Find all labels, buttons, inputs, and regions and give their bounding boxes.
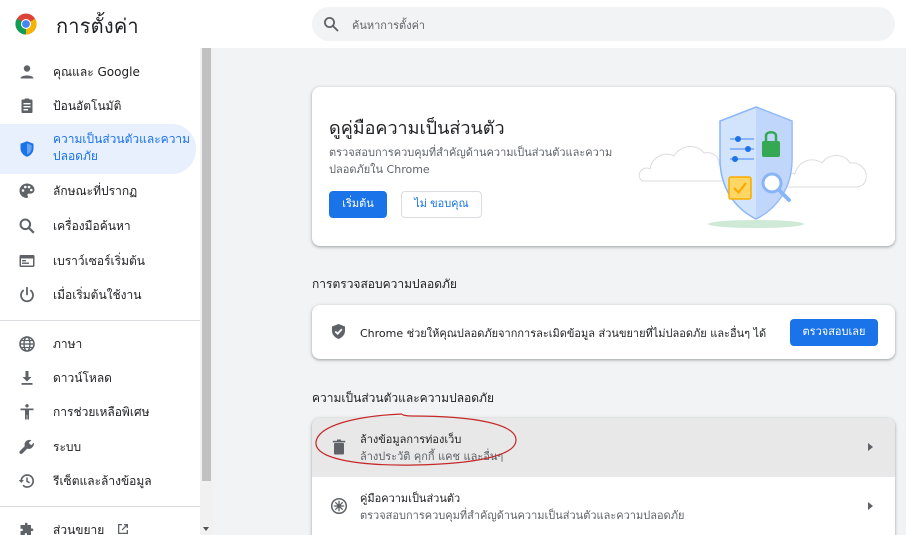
privacy-guide-promo-card: ดูคู่มือความเป็นส่วนตัว ตรวจสอบการควบคุม…: [312, 87, 895, 246]
sidebar-item-label: คุณและ Google: [53, 65, 140, 79]
sidebar-item-label: ป้อนอัตโนมัติ: [53, 99, 122, 113]
puzzle-icon: [20, 522, 34, 535]
settings-search-box[interactable]: ค้นหาการตั้งค่า: [312, 7, 895, 41]
safety-check-section-title: การตรวจสอบความปลอดภัย: [312, 277, 457, 291]
search-icon: [324, 17, 339, 32]
sidebar-item-label: ดาวน์โหลด: [53, 371, 112, 385]
sidebar-item-you-and-google[interactable]: คุณและ Google: [0, 60, 196, 84]
privacy-guide-row-subtitle: ตรวจสอบการควบคุมที่สำคัญด้านความเป็นส่วน…: [360, 509, 685, 522]
sidebar-item-system[interactable]: ระบบ: [0, 435, 196, 459]
shield-check-icon: [332, 324, 345, 339]
privacy-guide-row[interactable]: คู่มือความเป็นส่วนตัว ตรวจสอบการควบคุมที…: [312, 477, 895, 535]
sidebar-item-label: เบราว์เซอร์เริ่มต้น: [53, 254, 145, 268]
sidebar-item-accessibility[interactable]: การช่วยเหลือพิเศษ: [0, 400, 196, 424]
sidebar-item-label: เครื่องมือค้นหา: [53, 219, 131, 233]
globe-icon: [19, 336, 35, 352]
chrome-logo-icon: [15, 13, 37, 35]
privacy-security-section-title: ความเป็นส่วนตัวและความปลอดภัย: [312, 391, 494, 405]
download-icon: [21, 371, 33, 385]
person-icon: [20, 65, 34, 79]
sidebar-divider: [0, 320, 200, 321]
browser-icon: [19, 255, 35, 267]
clipboard-icon: [21, 98, 33, 113]
privacy-guide-illustration: [638, 106, 867, 228]
page-title: การตั้งค่า: [56, 14, 139, 38]
sidebar-item-reset[interactable]: รีเซ็ตและล้างข้อมูล: [0, 469, 196, 493]
sidebar-item-label: รีเซ็ตและล้างข้อมูล: [53, 474, 152, 488]
no-thanks-button[interactable]: ไม่ ขอบคุณ: [401, 191, 482, 218]
sidebar-item-label: ลักษณะที่ปรากฏ: [53, 184, 138, 198]
sidebar-item-appearance[interactable]: ลักษณะที่ปรากฏ: [0, 179, 196, 203]
privacy-guide-row-title: คู่มือความเป็นส่วนตัว: [360, 492, 461, 505]
sidebar-item-languages[interactable]: ภาษา: [0, 332, 196, 356]
sidebar-item-default-browser[interactable]: เบราว์เซอร์เริ่มต้น: [0, 249, 196, 273]
power-icon: [20, 286, 34, 303]
accessibility-icon: [20, 404, 34, 420]
safety-check-card: Chrome ช่วยให้คุณปลอดภัยจากการละเมิดข้อม…: [312, 305, 895, 359]
chevron-right-icon: [868, 502, 873, 510]
sidebar-item-search-engine[interactable]: เครื่องมือค้นหา: [0, 214, 196, 238]
scrollbar-thumb[interactable]: [202, 48, 211, 481]
privacy-security-card: ล้างข้อมูลการท่องเว็บ ล้างประวัติ คุกกี้…: [312, 418, 895, 535]
safety-check-description: Chrome ช่วยให้คุณปลอดภัยจากการละเมิดข้อม…: [360, 327, 767, 340]
sidebar: คุณและ Google ป้อนอัตโนมัติ ความเป็นส่วน…: [0, 48, 200, 535]
privacy-guide-description: ตรวจสอบการควบคุมที่สำคัญด้านความเป็นส่วน…: [329, 146, 613, 176]
sidebar-item-label: ส่วนขยาย: [53, 523, 105, 535]
privacy-guide-title: ดูคู่มือความเป็นส่วนตัว: [329, 118, 505, 139]
sidebar-item-privacy-security[interactable]: ความเป็นส่วนตัวและความ ปลอดภัย: [0, 124, 196, 174]
open-in-new-icon: [118, 524, 128, 534]
check-now-button[interactable]: ตรวจสอบเลย: [790, 319, 878, 346]
trash-icon: [332, 439, 346, 455]
sidebar-item-label: การช่วยเหลือพิเศษ: [53, 405, 150, 419]
shield-icon: [20, 141, 34, 157]
start-button[interactable]: เริ่มต้น: [329, 191, 387, 218]
privacy-guide-icon: [330, 497, 348, 515]
sidebar-item-label: ภาษา: [53, 337, 83, 351]
wrench-icon: [19, 439, 34, 455]
sidebar-item-label: เมื่อเริ่มต้นใช้งาน: [53, 288, 142, 302]
search-input[interactable]: ค้นหาการตั้งค่า: [352, 16, 425, 34]
sidebar-item-autofill[interactable]: ป้อนอัตโนมัติ: [0, 94, 196, 118]
clear-browsing-data-title: ล้างข้อมูลการท่องเว็บ: [360, 433, 462, 446]
search-icon: [19, 218, 35, 234]
chevron-right-icon: [868, 443, 873, 451]
sidebar-divider: [0, 506, 200, 507]
clear-browsing-data-row[interactable]: ล้างข้อมูลการท่องเว็บ ล้างประวัติ คุกกี้…: [312, 418, 895, 476]
scroll-down-arrow-icon[interactable]: [203, 527, 209, 531]
settings-header: การตั้งค่า ค้นหาการตั้งค่า: [0, 0, 906, 48]
sidebar-item-label: ระบบ: [53, 440, 82, 454]
sidebar-scrollbar[interactable]: [200, 48, 213, 535]
sidebar-item-on-startup[interactable]: เมื่อเริ่มต้นใช้งาน: [0, 283, 196, 307]
sidebar-item-extensions[interactable]: ส่วนขยาย: [0, 518, 196, 535]
palette-icon: [19, 183, 35, 198]
sidebar-item-downloads[interactable]: ดาวน์โหลด: [0, 366, 196, 390]
clear-browsing-data-subtitle: ล้างประวัติ คุกกี้ แคช และอื่นๆ: [360, 450, 504, 463]
restore-icon: [18, 474, 35, 488]
sidebar-item-label: ความเป็นส่วนตัวและความ ปลอดภัย: [53, 132, 191, 163]
